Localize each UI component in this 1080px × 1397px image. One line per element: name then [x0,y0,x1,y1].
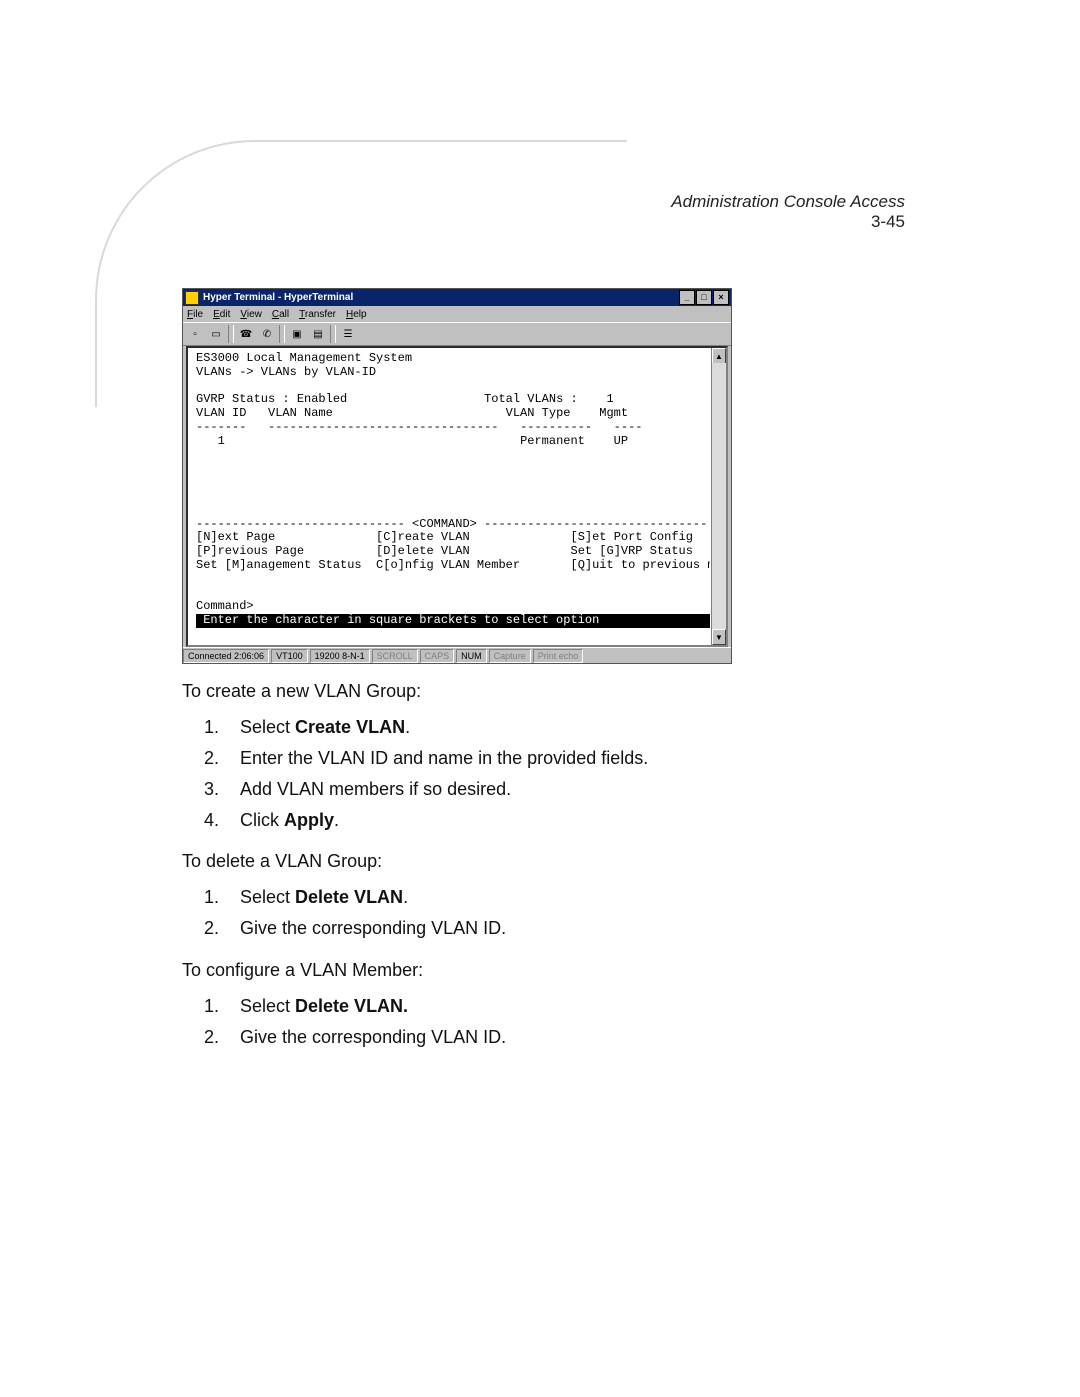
steps-config: Select Delete VLAN. Give the correspondi… [182,993,902,1052]
term-line: [Q]uit to previous menu [571,558,711,572]
disconnect-icon[interactable]: ✆ [257,324,277,344]
toolbar: ▫ ▭ ☎ ✆ ▣ ▤ ☰ [183,322,731,346]
maximize-button[interactable]: □ [696,290,712,305]
status-scroll: SCROLL [372,649,418,663]
steps-create: Select Create VLAN. Enter the VLAN ID an… [182,714,902,835]
status-echo: Print echo [533,649,584,663]
vertical-scrollbar[interactable]: ▲ ▼ [711,348,726,645]
list-item: Select Create VLAN. [234,714,902,742]
para-create: To create a new VLAN Group: [182,678,902,706]
body-content: To create a new VLAN Group: Select Creat… [182,678,902,1066]
term-line: [P]revious Page [196,544,304,558]
new-icon[interactable]: ▫ [185,324,205,344]
terminal-output: ES3000 Local Management System VLANs -> … [190,350,710,643]
status-baud: 19200 8-N-1 [310,649,370,663]
toolbar-separator [228,325,234,343]
term-line: VLAN Type Mgmt [506,406,628,420]
term-line: ES3000 Local Management System [196,351,412,365]
menu-call[interactable]: Call [272,309,289,320]
send-icon[interactable]: ▣ [287,324,307,344]
term-line: 1 [196,434,225,448]
menubar: File Edit View Call Transfer Help [183,306,731,322]
status-emulation: VT100 [271,649,308,663]
menu-transfer[interactable]: Transfer [299,309,336,320]
term-hint: Enter the character in square brackets t… [196,614,710,628]
term-line: ----------------------------- <COMMAND> … [196,517,707,531]
list-item: Add VLAN members if so desired. [234,776,902,804]
status-num: NUM [456,649,487,663]
term-line: Set [G]VRP Status [571,544,693,558]
list-item: Click Apply. [234,807,902,835]
term-line: VLANs -> VLANs by VLAN-ID [196,365,376,379]
close-button[interactable]: × [713,290,729,305]
hyperterminal-window: Hyper Terminal - HyperTerminal _ □ × Fil… [182,288,732,664]
para-delete: To delete a VLAN Group: [182,848,902,876]
titlebar: Hyper Terminal - HyperTerminal _ □ × [183,289,731,306]
term-line: [C]reate VLAN [376,530,470,544]
menu-file[interactable]: File [187,309,203,320]
menu-view[interactable]: View [240,309,262,320]
status-caps: CAPS [420,649,455,663]
page-number: 3-45 [871,212,905,231]
list-item: Give the corresponding VLAN ID. [234,915,902,943]
menu-edit[interactable]: Edit [213,309,230,320]
connect-icon[interactable]: ☎ [236,324,256,344]
para-config: To configure a VLAN Member: [182,957,902,985]
window-title: Hyper Terminal - HyperTerminal [203,292,679,303]
list-item: Give the corresponding VLAN ID. [234,1024,902,1052]
page-header: Administration Console Access 3-45 [654,192,905,232]
status-connected: Connected 2:06:06 [183,649,269,663]
list-item: Enter the VLAN ID and name in the provid… [234,745,902,773]
status-capture: Capture [489,649,531,663]
statusbar: Connected 2:06:06 VT100 19200 8-N-1 SCRO… [183,647,731,663]
term-line: ------- -------------------------------- [196,420,498,434]
menu-help[interactable]: Help [346,309,367,320]
minimize-button[interactable]: _ [679,290,695,305]
scroll-down-icon[interactable]: ▼ [712,629,726,645]
scroll-up-icon[interactable]: ▲ [712,348,726,364]
term-line: Total VLANs : 1 [484,392,614,406]
term-line: [N]ext Page [196,530,275,544]
term-line: GVRP Status : Enabled [196,392,347,406]
term-line: [D]elete VLAN [376,544,470,558]
list-item: Select Delete VLAN. [234,993,902,1021]
term-line: VLAN ID VLAN Name [196,406,333,420]
scroll-track[interactable] [712,363,726,630]
open-icon[interactable]: ▭ [206,324,226,344]
receive-icon[interactable]: ▤ [308,324,328,344]
terminal-frame: ES3000 Local Management System VLANs -> … [186,346,728,647]
term-line: Permanent UP [520,434,628,448]
term-line: ---------- ---- [520,420,642,434]
list-item: Select Delete VLAN. [234,884,902,912]
term-line: C[o]nfig VLAN Member [376,558,520,572]
toolbar-separator [279,325,285,343]
section-title: Administration Console Access [671,192,905,211]
properties-icon[interactable]: ☰ [338,324,358,344]
term-line: Command> [196,599,254,613]
steps-delete: Select Delete VLAN. Give the correspondi… [182,884,902,943]
toolbar-separator [330,325,336,343]
term-line: Set [M]anagement Status [196,558,362,572]
app-icon [185,291,199,305]
term-line: [S]et Port Config [571,530,693,544]
